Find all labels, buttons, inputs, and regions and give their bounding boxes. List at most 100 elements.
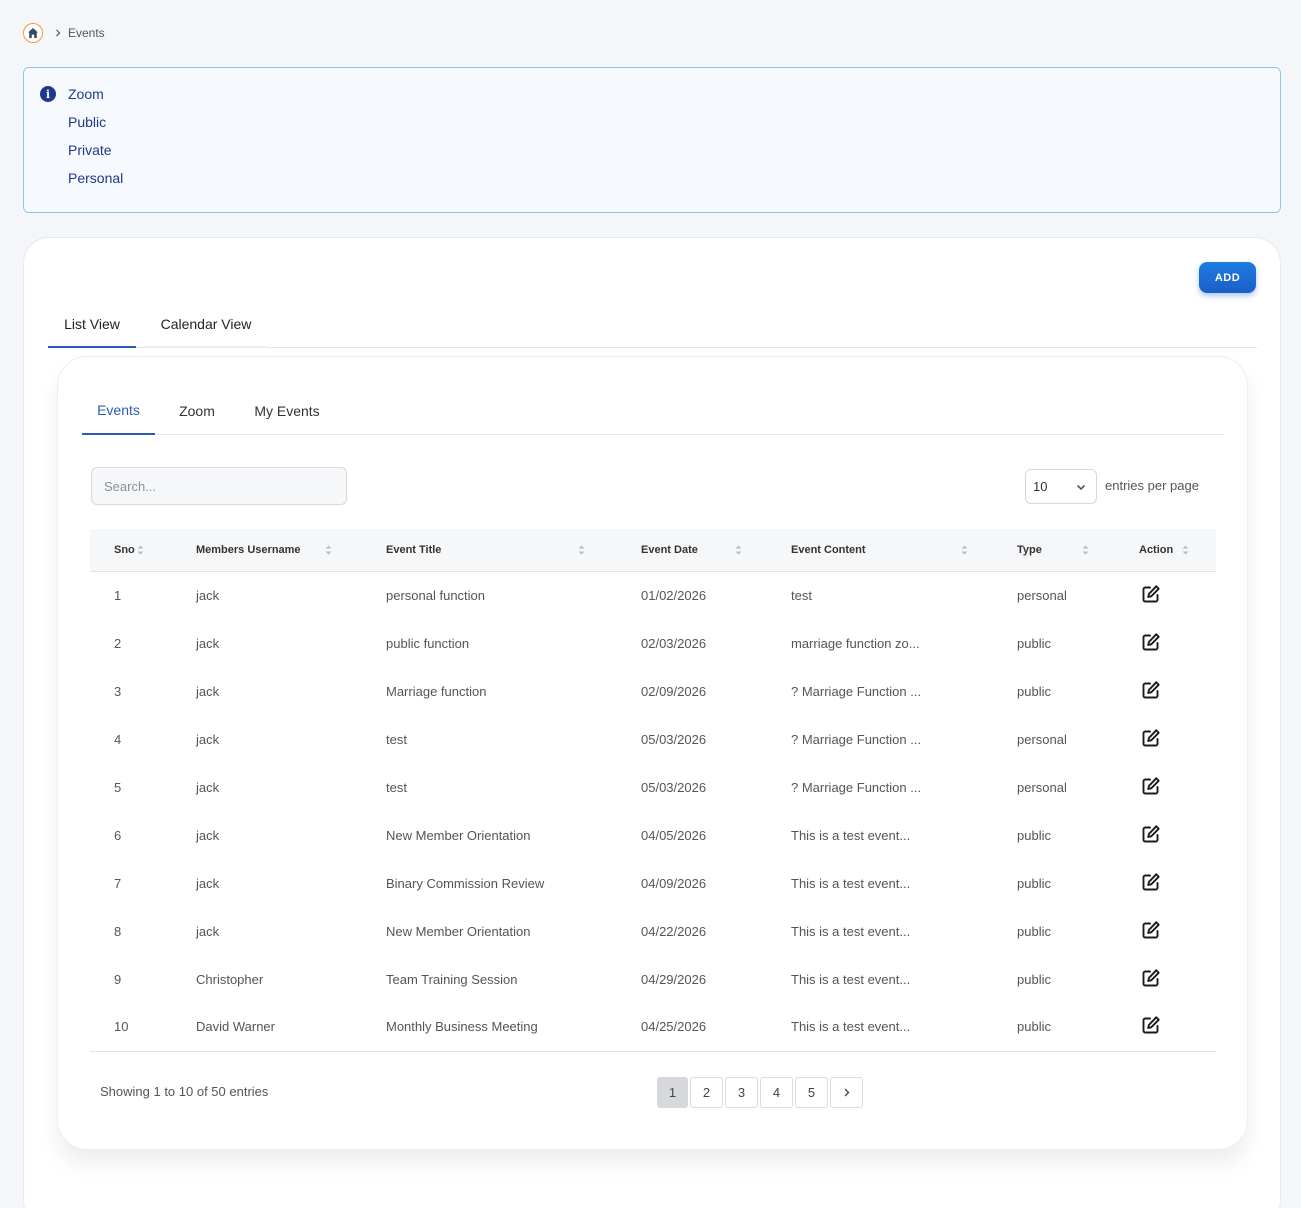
cell-event-title: public function xyxy=(386,635,470,651)
cell-event-content: marriage function zo... xyxy=(791,635,920,651)
table-row: 1 jack personal function 01/02/2026 test pers… xyxy=(90,571,1216,619)
cell-username: David Warner xyxy=(196,1019,275,1035)
tab-list-view[interactable]: List View xyxy=(48,302,136,348)
cell-sno: 10 xyxy=(114,1019,129,1035)
info-item-public: Public xyxy=(68,114,107,130)
next-page-button[interactable] xyxy=(830,1077,863,1108)
cell-event-content: ? Marriage Function ... xyxy=(791,731,922,747)
table-row: 5 jack test 05/03/2026 ? Marriage Function .… xyxy=(90,763,1216,811)
tab-calendar-view[interactable]: Calendar View xyxy=(144,302,268,348)
edit-icon[interactable] xyxy=(1141,632,1161,652)
entries-per-page-select[interactable]: 10 xyxy=(1025,469,1097,504)
column-header-event-title[interactable]: Event Title xyxy=(362,529,617,571)
cell-action xyxy=(1115,763,1216,811)
cell-event-title: test xyxy=(386,731,407,747)
cell-sno: 8 xyxy=(114,923,122,939)
sort-icon xyxy=(734,543,743,557)
cell-type: personal xyxy=(1017,731,1067,747)
cell-action xyxy=(1115,715,1216,763)
cell-event-content: This is a test event... xyxy=(791,875,911,891)
cell-type: personal xyxy=(1017,779,1067,795)
table-row: 10 David Warner Monthly Business Meeting 04… xyxy=(90,1003,1216,1051)
info-item-zoom: Zoom xyxy=(68,86,104,102)
cell-type: public xyxy=(1017,875,1051,891)
cell-username: jack xyxy=(196,635,220,651)
info-panel: i Zoom Public Private Personal xyxy=(23,67,1281,213)
showing-entries-text: Showing 1 to 10 of 50 entries xyxy=(100,1084,269,1099)
cell-event-title: personal function xyxy=(386,587,486,603)
edit-icon[interactable] xyxy=(1141,776,1161,796)
edit-icon[interactable] xyxy=(1141,968,1161,988)
edit-icon[interactable] xyxy=(1141,680,1161,700)
cell-username: jack xyxy=(196,923,220,939)
cell-event-content: This is a test event... xyxy=(791,1019,911,1035)
edit-icon[interactable] xyxy=(1141,728,1161,748)
events-card: ADD List View Calendar View Events Zoom … xyxy=(23,237,1281,1208)
search-input[interactable] xyxy=(91,467,347,505)
cell-username: jack xyxy=(196,827,220,843)
tab-zoom[interactable]: Zoom xyxy=(170,387,224,435)
home-icon[interactable] xyxy=(23,23,43,43)
cell-sno: 5 xyxy=(114,779,122,795)
cell-event-date: 01/02/2026 xyxy=(641,587,707,603)
edit-icon[interactable] xyxy=(1141,824,1161,844)
cell-type: personal xyxy=(1017,587,1067,603)
cell-type: public xyxy=(1017,1019,1051,1035)
page-button-4[interactable]: 4 xyxy=(760,1077,793,1108)
cell-event-date: 04/05/2026 xyxy=(641,827,707,843)
page-button-5[interactable]: 5 xyxy=(795,1077,828,1108)
pagination: 1 2 3 4 5 xyxy=(657,1077,865,1108)
cell-type: public xyxy=(1017,971,1051,987)
cell-action xyxy=(1115,1003,1216,1051)
info-list: Zoom Public Private Personal xyxy=(68,85,123,197)
cell-event-date: 02/09/2026 xyxy=(641,683,707,699)
cell-action xyxy=(1115,619,1216,667)
edit-icon[interactable] xyxy=(1141,1015,1161,1035)
cell-username: jack xyxy=(196,683,220,699)
cell-event-content: This is a test event... xyxy=(791,827,911,843)
cell-event-content: ? Marriage Function ... xyxy=(791,683,922,699)
info-icon: i xyxy=(40,86,56,102)
column-header-event-content[interactable]: Event Content xyxy=(767,529,993,571)
cell-event-date: 02/03/2026 xyxy=(641,635,707,651)
page-button-1[interactable]: 1 xyxy=(657,1077,688,1108)
cell-type: public xyxy=(1017,635,1051,651)
column-header-event-date[interactable]: Event Date xyxy=(617,529,767,571)
cell-action xyxy=(1115,571,1216,619)
page-button-2[interactable]: 2 xyxy=(690,1077,723,1108)
tab-my-events[interactable]: My Events xyxy=(248,387,326,435)
cell-event-title: Monthly Business Meeting xyxy=(386,1019,538,1035)
cell-sno: 2 xyxy=(114,635,122,651)
chevron-right-icon xyxy=(54,29,62,37)
cell-username: jack xyxy=(196,779,220,795)
breadcrumb: Events xyxy=(23,23,105,43)
chevron-right-icon xyxy=(844,1088,850,1097)
page-button-3[interactable]: 3 xyxy=(725,1077,758,1108)
cell-action xyxy=(1115,811,1216,859)
cell-event-title: Binary Commission Review xyxy=(386,875,545,891)
cell-event-date: 04/29/2026 xyxy=(641,971,707,987)
table-row: 4 jack test 05/03/2026 ? Marriage Function .… xyxy=(90,715,1216,763)
cell-sno: 1 xyxy=(114,587,122,603)
cell-type: public xyxy=(1017,923,1051,939)
entries-per-page-label: entries per page xyxy=(1105,478,1199,493)
column-header-action[interactable]: Action xyxy=(1115,529,1216,571)
breadcrumb-current: Events xyxy=(68,26,105,40)
table-row: 3 jack Marriage function 02/09/2026 ? Marria… xyxy=(90,667,1216,715)
edit-icon[interactable] xyxy=(1141,584,1161,604)
cell-event-date: 05/03/2026 xyxy=(641,731,707,747)
add-button[interactable]: ADD xyxy=(1199,262,1256,293)
cell-event-title: Team Training Session xyxy=(386,971,518,987)
edit-icon[interactable] xyxy=(1141,872,1161,892)
tab-events[interactable]: Events xyxy=(82,387,155,435)
cell-event-content: ? Marriage Function ... xyxy=(791,779,922,795)
cell-event-content: test xyxy=(791,587,812,603)
column-header-sno[interactable]: Sno xyxy=(90,529,172,571)
table-row: 6 jack New Member Orientation 04/05/2026 Thi… xyxy=(90,811,1216,859)
cell-event-date: 04/22/2026 xyxy=(641,923,707,939)
cell-sno: 9 xyxy=(114,971,122,987)
cell-sno: 4 xyxy=(114,731,122,747)
column-header-members-username[interactable]: Members Username xyxy=(172,529,362,571)
edit-icon[interactable] xyxy=(1141,920,1161,940)
column-header-type[interactable]: Type xyxy=(993,529,1115,571)
